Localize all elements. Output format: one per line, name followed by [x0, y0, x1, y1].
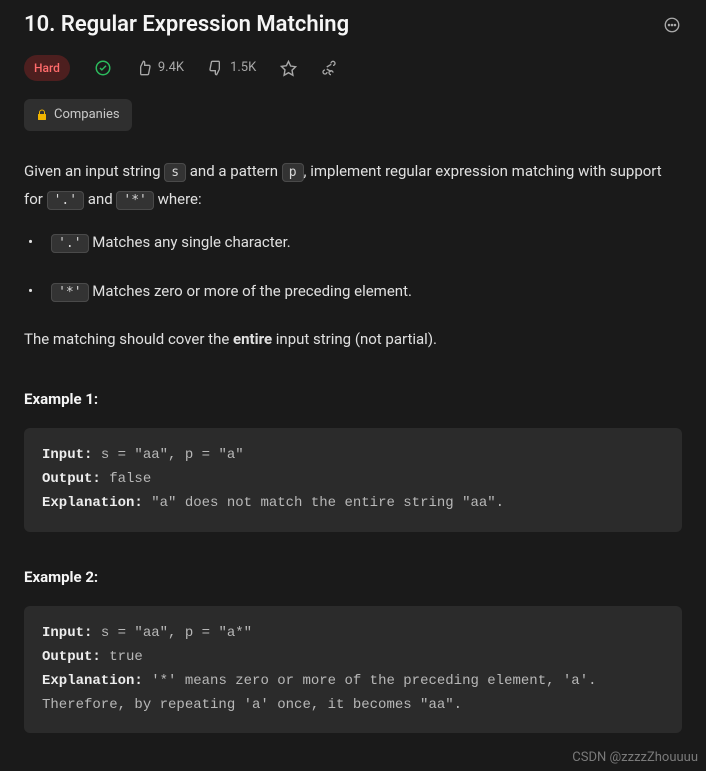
more-options-icon[interactable] [662, 15, 682, 35]
watermark: CSDN @zzzzZhouuuu [572, 748, 698, 768]
dislike-button[interactable]: 1.5K [208, 58, 256, 78]
example-1-label: Example 1: [24, 388, 682, 411]
example-2-label: Example 2: [24, 566, 682, 589]
dislike-count: 1.5K [230, 58, 256, 78]
share-icon[interactable] [321, 60, 337, 76]
difficulty-badge: Hard [24, 55, 70, 81]
favorite-icon[interactable] [280, 60, 297, 77]
example-2-block: Input: s = "aa", p = "a*" Output: true E… [24, 606, 682, 733]
code-p: p [282, 163, 304, 182]
companies-label: Companies [54, 105, 120, 125]
meta-row: Hard 9.4K 1.5K [24, 55, 682, 81]
example-1-block: Input: s = "aa", p = "a" Output: false E… [24, 428, 682, 531]
problem-title: 10. Regular Expression Matching [24, 8, 349, 41]
list-item: '.' Matches any single character.​​​​ [24, 228, 682, 257]
like-count: 9.4K [158, 58, 184, 78]
like-button[interactable]: 9.4K [136, 58, 184, 78]
code-s: s [164, 163, 186, 182]
code-dot: '.' [47, 191, 84, 210]
list-item: '*' Matches zero or more of the precedin… [24, 277, 682, 306]
solved-icon[interactable] [94, 59, 112, 77]
problem-description: Given an input string s and a pattern p,… [24, 157, 682, 354]
code-star: '*' [116, 191, 153, 210]
lock-icon [36, 109, 48, 121]
companies-button[interactable]: Companies [24, 99, 132, 131]
